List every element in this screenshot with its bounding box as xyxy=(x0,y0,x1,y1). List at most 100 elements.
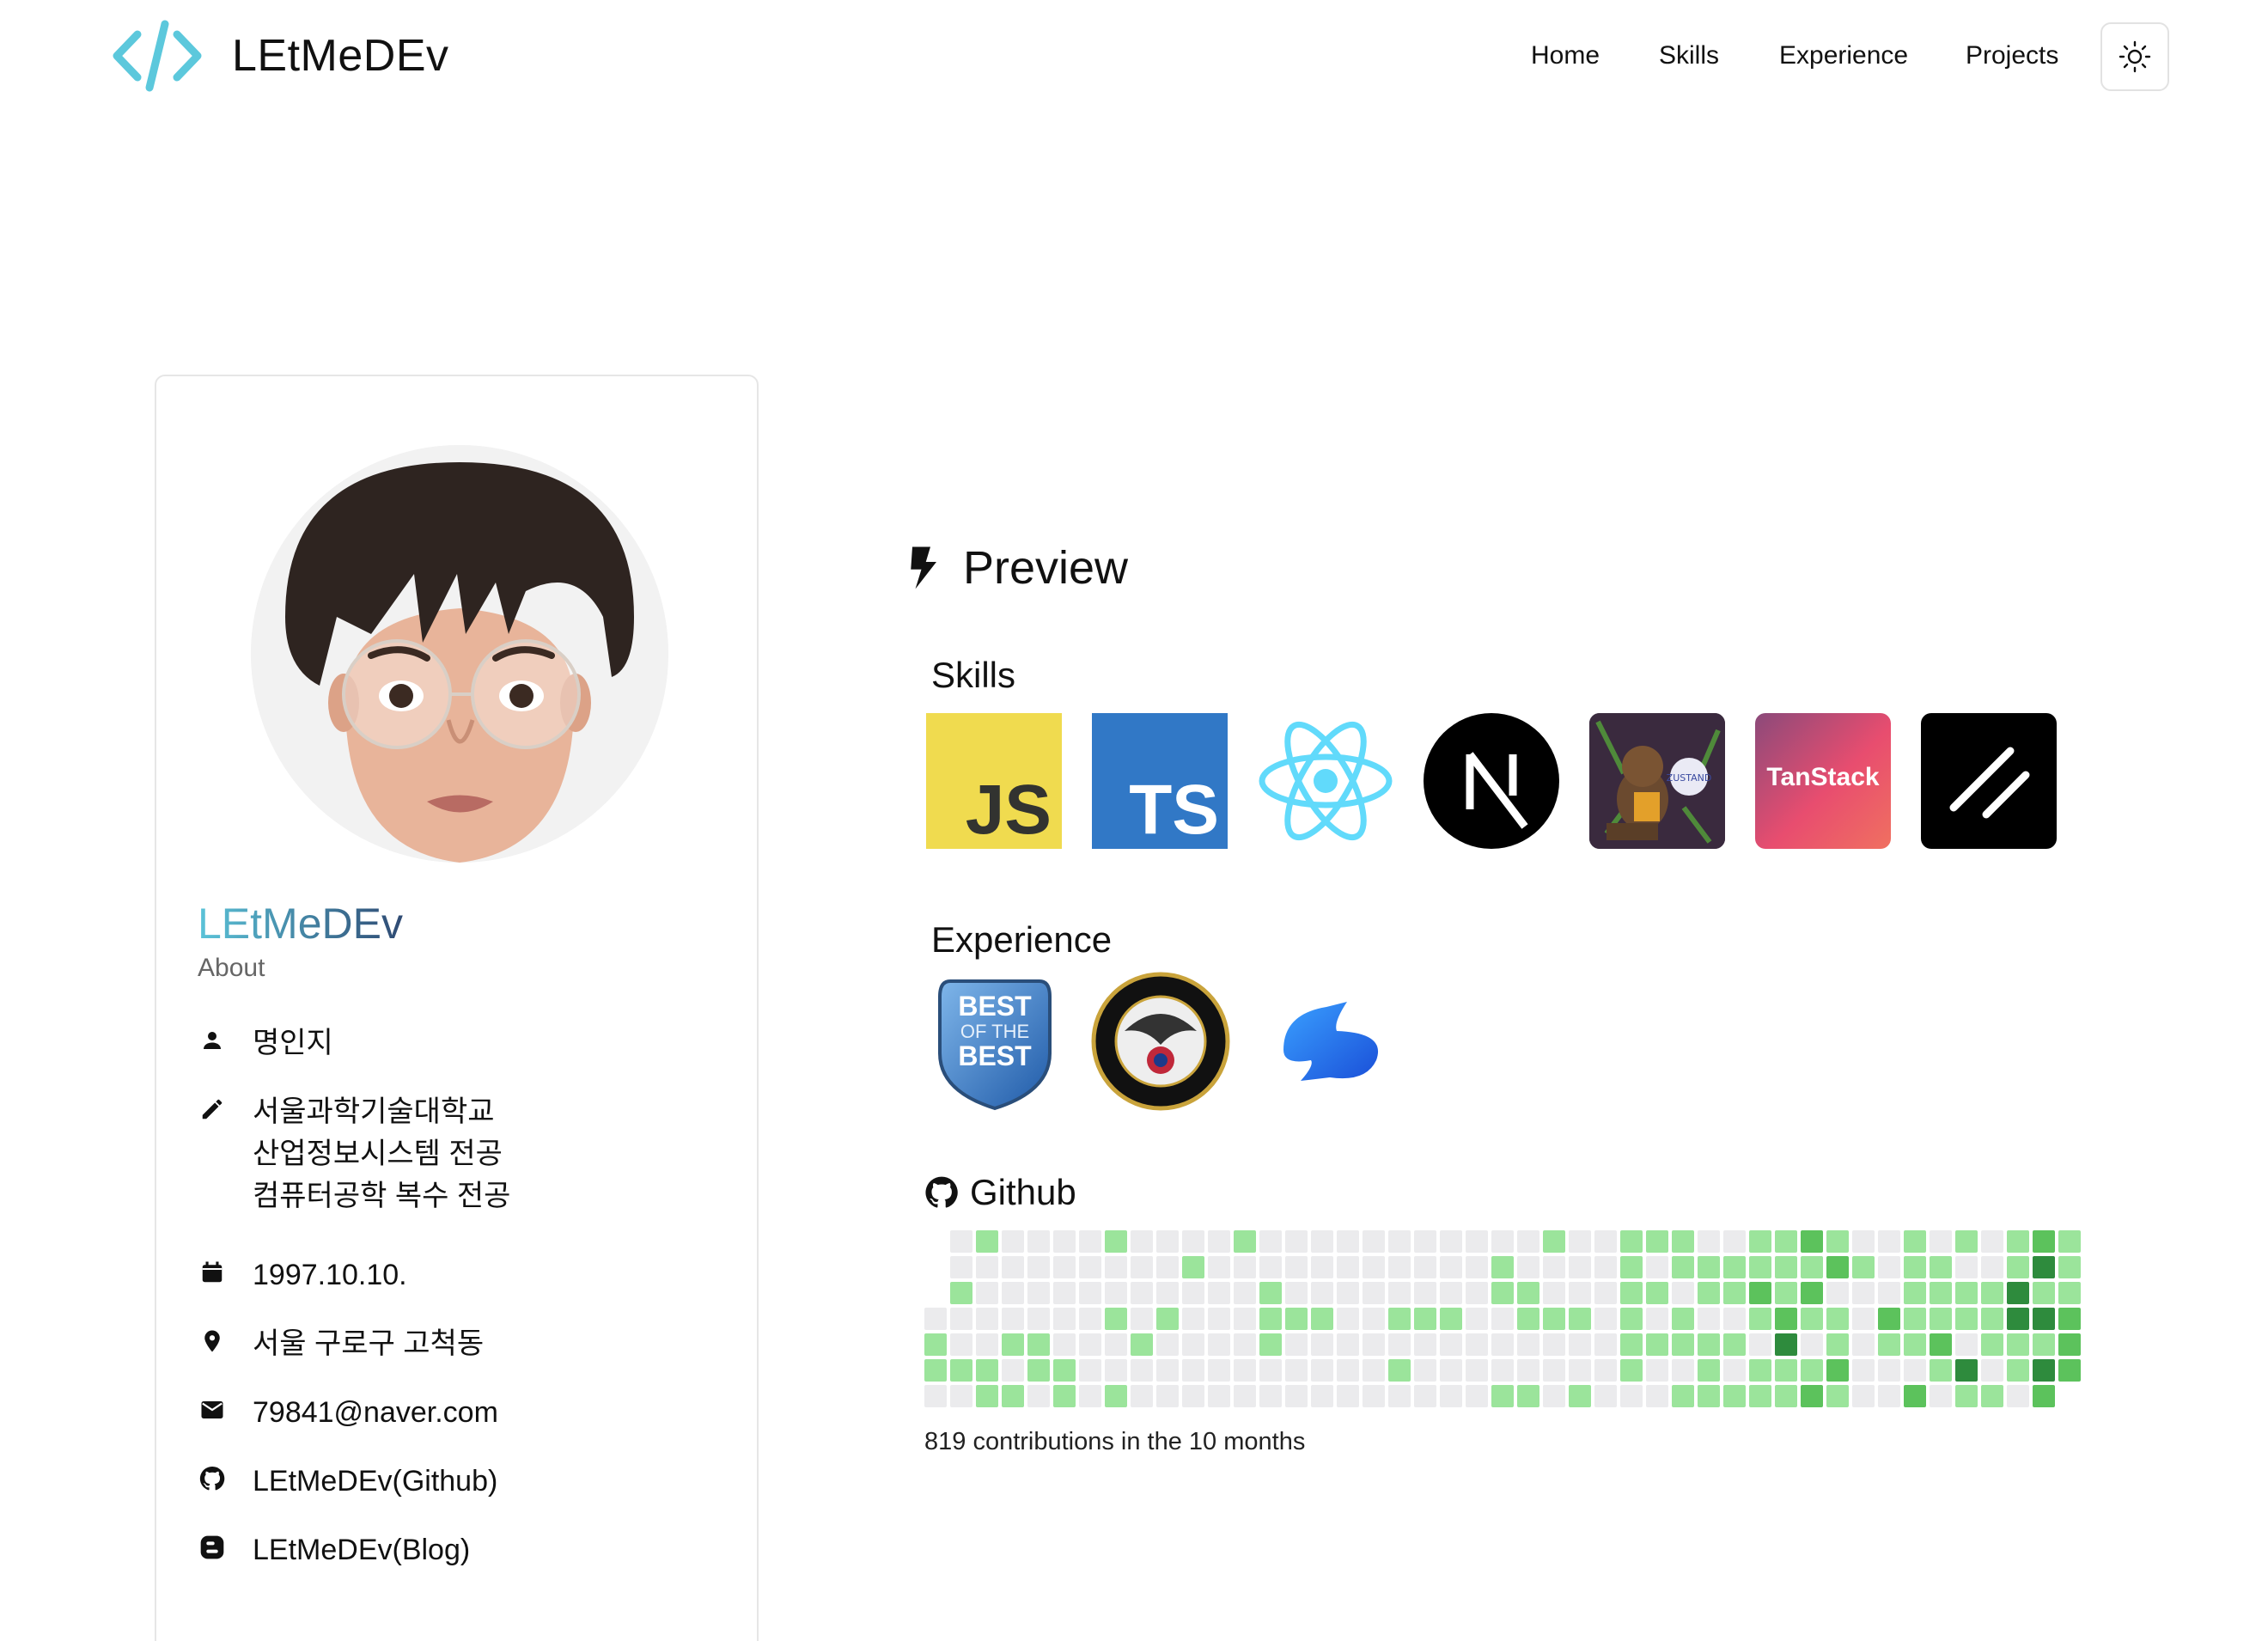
contribution-cell xyxy=(1801,1230,1823,1253)
contribution-cell xyxy=(1878,1385,1900,1407)
contribution-cell xyxy=(1027,1385,1050,1407)
contribution-cell xyxy=(1440,1308,1462,1330)
contribution-cell xyxy=(1723,1385,1746,1407)
contribution-cell xyxy=(1930,1256,1952,1278)
contribution-cell xyxy=(1646,1359,1668,1382)
contribution-cell xyxy=(1208,1359,1230,1382)
info-github-link[interactable]: LEtMeDEv(Github) xyxy=(253,1461,497,1503)
contribution-cell xyxy=(1079,1256,1101,1278)
contribution-cell xyxy=(1955,1282,1978,1304)
contribution-cell xyxy=(1543,1385,1565,1407)
contribution-cell xyxy=(1826,1282,1849,1304)
contribution-cell xyxy=(1182,1308,1204,1330)
contribution-cell xyxy=(1852,1359,1875,1382)
contribution-cell xyxy=(976,1385,998,1407)
experience-label: Experience xyxy=(931,919,1113,960)
contribution-cell xyxy=(1259,1385,1282,1407)
contribution-cell xyxy=(1878,1230,1900,1253)
contribution-cell xyxy=(1594,1385,1617,1407)
contribution-cell xyxy=(1053,1385,1076,1407)
contribution-cell xyxy=(1955,1333,1978,1356)
github-heading: Github xyxy=(924,1172,1076,1213)
contribution-cell xyxy=(1801,1256,1823,1278)
contribution-cell xyxy=(1414,1385,1436,1407)
contribution-cell xyxy=(1079,1282,1101,1304)
contribution-cell xyxy=(1646,1256,1668,1278)
contribution-cell xyxy=(1723,1359,1746,1382)
contribution-cell xyxy=(1414,1333,1436,1356)
nav-projects[interactable]: Projects xyxy=(1966,41,2058,70)
contribution-cell xyxy=(1826,1230,1849,1253)
contribution-cell xyxy=(1801,1308,1823,1330)
contribution-cell xyxy=(1491,1385,1514,1407)
contribution-cell xyxy=(1955,1230,1978,1253)
contribution-cell xyxy=(950,1256,972,1278)
contribution-cell xyxy=(1801,1333,1823,1356)
contribution-cell xyxy=(1466,1333,1488,1356)
contribution-cell xyxy=(1775,1256,1797,1278)
contribution-cell xyxy=(1079,1333,1101,1356)
info-location: 서울 구로구 고척동 xyxy=(253,1327,485,1360)
contribution-cell xyxy=(1930,1359,1952,1382)
svg-text:BEST: BEST xyxy=(958,1040,1032,1071)
contribution-cell xyxy=(1131,1385,1153,1407)
contribution-cell xyxy=(1930,1308,1952,1330)
nextjs-icon xyxy=(1424,713,1559,849)
theme-toggle-button[interactable] xyxy=(2100,22,2169,91)
info-blog-row[interactable]: LEtMeDEv(Blog) xyxy=(198,1529,470,1571)
contribution-cell xyxy=(1182,1230,1204,1253)
contribution-cell xyxy=(1440,1385,1462,1407)
contribution-cell xyxy=(1131,1230,1153,1253)
contribution-cell xyxy=(1105,1282,1127,1304)
contribution-cell xyxy=(1852,1230,1875,1253)
contribution-cell xyxy=(1466,1256,1488,1278)
contribution-cell xyxy=(1698,1308,1720,1330)
contribution-cell xyxy=(1466,1385,1488,1407)
contribution-cell xyxy=(1079,1359,1101,1382)
contribution-cell xyxy=(1543,1333,1565,1356)
contribution-cell xyxy=(1620,1230,1643,1253)
lightning-icon xyxy=(911,546,936,589)
contribution-cell xyxy=(1594,1359,1617,1382)
nav-experience[interactable]: Experience xyxy=(1779,41,1908,70)
contribution-cell xyxy=(1002,1359,1024,1382)
contribution-cell xyxy=(1981,1333,2003,1356)
contribution-cell xyxy=(1285,1282,1308,1304)
contribution-cell xyxy=(1775,1308,1797,1330)
contribution-cell xyxy=(1646,1308,1668,1330)
contribution-cell xyxy=(1878,1256,1900,1278)
info-blog-link[interactable]: LEtMeDEv(Blog) xyxy=(253,1529,470,1571)
nav-home[interactable]: Home xyxy=(1531,41,1600,70)
contribution-cell xyxy=(1053,1359,1076,1382)
contribution-cell xyxy=(1156,1359,1179,1382)
avatar xyxy=(251,445,668,863)
contribution-cell xyxy=(1981,1256,2003,1278)
contribution-cell xyxy=(1723,1256,1746,1278)
info-email[interactable]: 79841@naver.com xyxy=(253,1392,498,1434)
best-of-the-best-badge: BEST OF THE BEST xyxy=(924,971,1065,1112)
svg-text:ZUSTAND: ZUSTAND xyxy=(1667,772,1712,784)
info-name: 명인지 xyxy=(253,1027,333,1059)
contribution-cell xyxy=(1775,1230,1797,1253)
info-email-row[interactable]: 79841@naver.com xyxy=(198,1392,498,1434)
contribution-cell xyxy=(1930,1385,1952,1407)
contribution-cell xyxy=(1826,1308,1849,1330)
contribution-cell xyxy=(2058,1256,2081,1278)
person-icon xyxy=(198,1026,227,1055)
nav-skills[interactable]: Skills xyxy=(1659,41,1719,70)
site-logo[interactable]: LEtMeDEv xyxy=(112,19,449,93)
contribution-cell xyxy=(976,1230,998,1253)
contribution-cell xyxy=(1569,1282,1591,1304)
info-github-row[interactable]: LEtMeDEv(Github) xyxy=(198,1461,497,1503)
contribution-cell xyxy=(2007,1359,2029,1382)
contribution-cell xyxy=(1285,1256,1308,1278)
contribution-cell xyxy=(1672,1256,1694,1278)
contribution-cell xyxy=(1079,1385,1101,1407)
contribution-cell xyxy=(2058,1282,2081,1304)
contribution-cell xyxy=(1182,1385,1204,1407)
contribution-cell xyxy=(1234,1308,1256,1330)
contribution-cell xyxy=(1259,1230,1282,1253)
contribution-cell xyxy=(1285,1359,1308,1382)
contribution-cell xyxy=(1955,1308,1978,1330)
contribution-cell xyxy=(1182,1256,1204,1278)
